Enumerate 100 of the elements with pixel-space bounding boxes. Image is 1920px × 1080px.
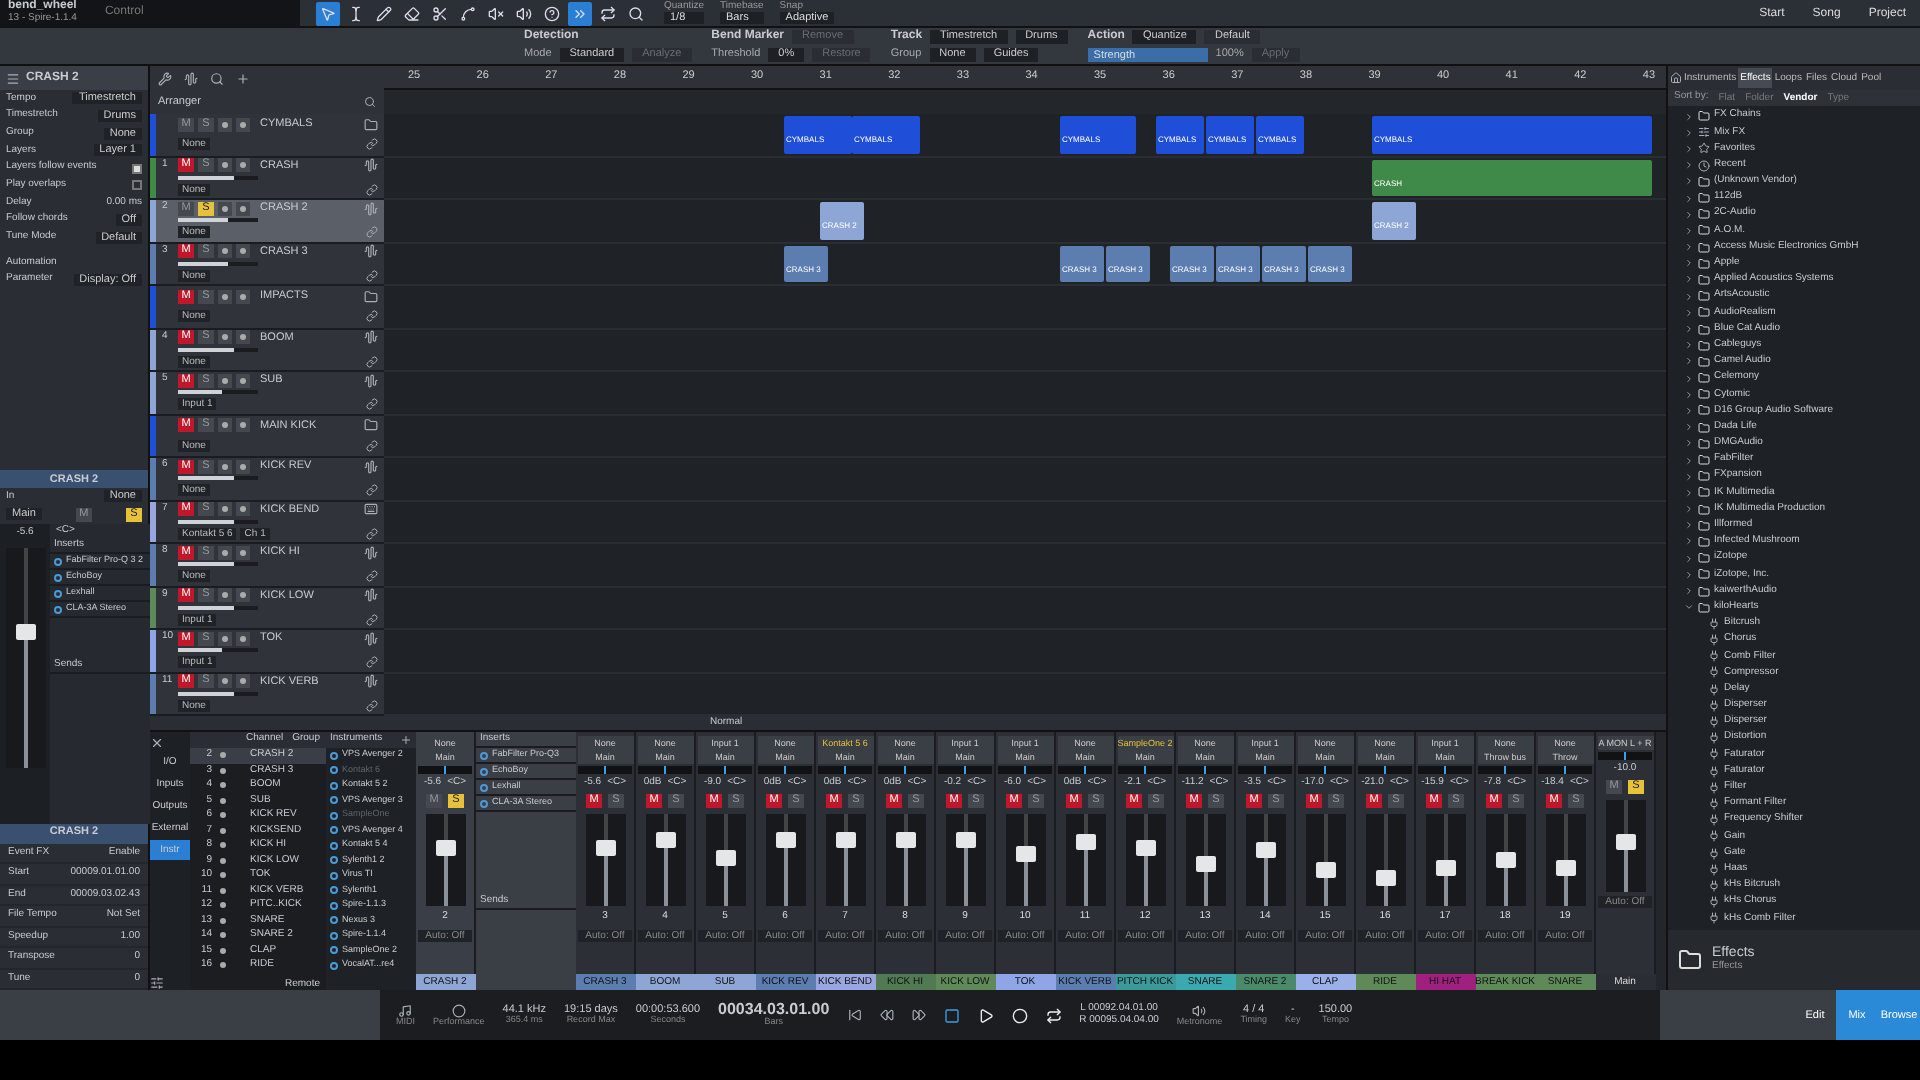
volume-fader[interactable] bbox=[825, 814, 865, 906]
monitor-button[interactable] bbox=[236, 201, 250, 216]
monitor-button[interactable] bbox=[236, 545, 250, 560]
monitor-button[interactable] bbox=[236, 459, 250, 474]
record-button[interactable] bbox=[218, 418, 232, 433]
monitor-button[interactable] bbox=[236, 158, 250, 173]
monitor-button[interactable] bbox=[236, 418, 250, 433]
monitor-button[interactable] bbox=[236, 631, 250, 646]
fader-thumb[interactable] bbox=[775, 831, 795, 848]
record-button[interactable] bbox=[218, 330, 232, 345]
volume-fader[interactable] bbox=[705, 814, 745, 906]
record-button[interactable] bbox=[218, 545, 232, 560]
fader-thumb[interactable] bbox=[655, 831, 675, 848]
volume-slider[interactable] bbox=[178, 648, 258, 653]
volume-fader[interactable] bbox=[765, 814, 805, 906]
fader-thumb[interactable] bbox=[1015, 846, 1035, 863]
record-button[interactable] bbox=[218, 117, 232, 132]
volume-fader[interactable] bbox=[1545, 814, 1585, 906]
volume-fader[interactable] bbox=[585, 814, 625, 906]
volume-fader[interactable] bbox=[1485, 814, 1525, 906]
volume-fader[interactable] bbox=[425, 814, 465, 906]
record-button[interactable] bbox=[218, 158, 232, 173]
record-button[interactable] bbox=[218, 459, 232, 474]
volume-slider[interactable] bbox=[178, 476, 258, 481]
record-button[interactable] bbox=[218, 502, 232, 517]
volume-slider[interactable] bbox=[178, 562, 258, 567]
fader-thumb[interactable] bbox=[435, 840, 455, 857]
plugin-icon bbox=[1708, 716, 1720, 729]
link-icon bbox=[366, 699, 378, 712]
plugin-icon bbox=[1708, 634, 1720, 647]
volume-slider[interactable] bbox=[178, 390, 258, 395]
volume-slider[interactable] bbox=[178, 347, 258, 352]
fader-thumb[interactable] bbox=[1555, 859, 1575, 876]
volume-slider[interactable] bbox=[178, 218, 258, 223]
record-button[interactable] bbox=[218, 373, 232, 388]
listen-tool-icon[interactable] bbox=[516, 5, 532, 21]
volume-slider[interactable] bbox=[178, 175, 258, 180]
fader-thumb[interactable] bbox=[895, 831, 915, 848]
fader-thumb[interactable] bbox=[955, 831, 975, 848]
fader-thumb[interactable] bbox=[715, 850, 735, 867]
fader-thumb[interactable] bbox=[1315, 861, 1335, 878]
monitor-button[interactable] bbox=[236, 117, 250, 132]
volume-fader[interactable] bbox=[1305, 814, 1345, 906]
volume-fader[interactable] bbox=[1065, 814, 1105, 906]
fader-thumb[interactable] bbox=[835, 831, 855, 848]
fader-thumb[interactable] bbox=[1255, 842, 1275, 859]
folder-icon bbox=[1698, 224, 1710, 237]
record-button[interactable] bbox=[218, 201, 232, 216]
fader-thumb[interactable] bbox=[595, 840, 615, 857]
folder-icon bbox=[1698, 388, 1710, 401]
fader-thumb[interactable] bbox=[1435, 859, 1455, 876]
fader-thumb[interactable] bbox=[1615, 833, 1635, 850]
monitor-button[interactable] bbox=[236, 289, 250, 304]
fader-thumb[interactable] bbox=[15, 623, 35, 640]
fader-thumb[interactable] bbox=[1195, 856, 1215, 873]
monitor-button[interactable] bbox=[236, 330, 250, 345]
volume-slider[interactable] bbox=[178, 261, 258, 266]
folder-icon bbox=[1698, 290, 1710, 303]
fader-thumb[interactable] bbox=[1495, 852, 1515, 868]
help-tool-icon[interactable] bbox=[544, 5, 560, 21]
volume-fader[interactable] bbox=[1425, 814, 1465, 906]
volume-fader[interactable] bbox=[645, 814, 685, 906]
monitor-button[interactable] bbox=[236, 373, 250, 388]
range-tool-icon[interactable] bbox=[348, 5, 364, 21]
monitor-button[interactable] bbox=[236, 244, 250, 259]
fader-thumb[interactable] bbox=[1075, 833, 1095, 850]
volume-fader[interactable] bbox=[1365, 814, 1405, 906]
volume-fader[interactable] bbox=[1605, 800, 1645, 892]
record-button[interactable] bbox=[218, 244, 232, 259]
pencil-tool-icon[interactable] bbox=[376, 5, 392, 21]
volume-fader[interactable] bbox=[1185, 814, 1225, 906]
volume-fader[interactable] bbox=[885, 814, 925, 906]
fader-thumb[interactable] bbox=[1135, 839, 1155, 856]
pointer-tool-icon[interactable] bbox=[320, 5, 336, 21]
volume-fader[interactable] bbox=[945, 814, 985, 906]
record-button[interactable] bbox=[218, 674, 232, 689]
mute-tool-icon[interactable] bbox=[488, 5, 504, 21]
record-button[interactable] bbox=[218, 631, 232, 646]
volume-fader[interactable] bbox=[1125, 814, 1165, 906]
monitor-button[interactable] bbox=[236, 674, 250, 689]
volume-fader[interactable] bbox=[5, 548, 45, 768]
checkbox[interactable] bbox=[132, 163, 142, 174]
zoom-tool-icon[interactable] bbox=[628, 5, 644, 21]
record-button[interactable] bbox=[218, 588, 232, 603]
loop-tool-icon[interactable] bbox=[600, 5, 616, 21]
volume-fader[interactable] bbox=[1005, 814, 1045, 906]
fader-thumb[interactable] bbox=[1375, 870, 1395, 887]
record-button[interactable] bbox=[218, 289, 232, 304]
split-tool-icon[interactable] bbox=[432, 5, 448, 21]
checkbox[interactable] bbox=[132, 180, 142, 191]
monitor-button[interactable] bbox=[236, 502, 250, 517]
folder-icon bbox=[1698, 437, 1710, 450]
monitor-button[interactable] bbox=[236, 588, 250, 603]
volume-slider[interactable] bbox=[178, 605, 258, 610]
volume-slider[interactable] bbox=[178, 519, 258, 524]
eraser-tool-icon[interactable] bbox=[404, 5, 420, 21]
volume-fader[interactable] bbox=[1245, 814, 1285, 906]
autoscroll-tool-icon[interactable] bbox=[572, 5, 588, 21]
bend-tool-icon[interactable] bbox=[460, 5, 476, 21]
volume-slider[interactable] bbox=[178, 691, 258, 696]
